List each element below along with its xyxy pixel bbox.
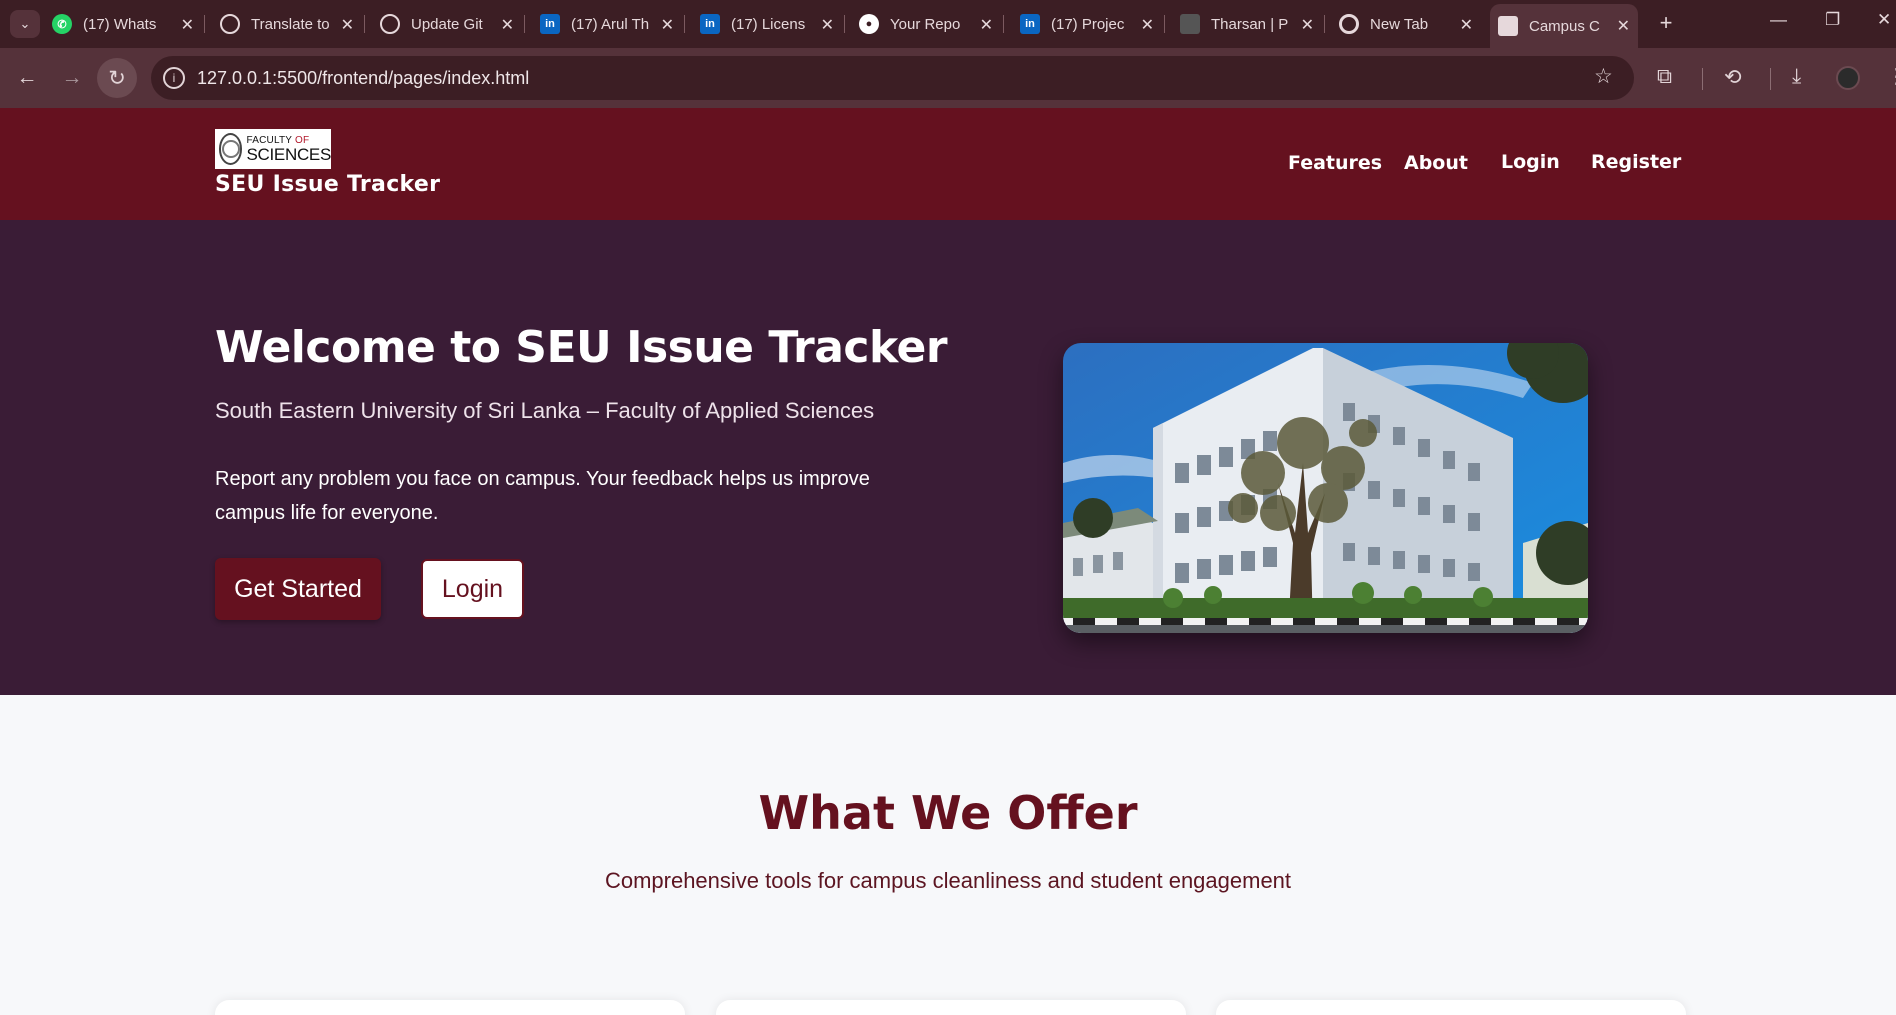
tab-divider [524,15,525,33]
offer-subtitle: Comprehensive tools for campus cleanline… [604,868,1292,893]
page-icon [1498,16,1518,36]
tab-divider [1324,15,1325,33]
tab-divider [364,15,365,33]
browser-menu-icon[interactable]: ⋮ [1886,64,1896,89]
hero-section [0,220,1896,695]
browser-tab[interactable]: ✆ (17) Whats ✕ [52,6,205,42]
linkedin-icon: in [1020,14,1040,34]
bookmark-star-icon[interactable]: ☆ [1594,64,1613,89]
browser-tab[interactable]: in (17) Licens ✕ [700,6,845,42]
university-seal-icon [219,133,243,165]
toolbar-divider [1770,68,1771,90]
hero-title: Welcome to SEU Issue Tracker [215,322,948,373]
chatgpt-icon [380,14,400,34]
new-tab-button[interactable]: + [1652,10,1680,38]
download-icon[interactable]: ⤓ [1792,65,1801,89]
close-tab-icon[interactable]: ✕ [1141,15,1154,35]
campus-building-photo [1063,343,1588,633]
close-tab-icon[interactable]: ✕ [1460,15,1473,35]
close-tab-icon[interactable]: ✕ [1617,16,1630,36]
close-tab-icon[interactable]: ✕ [980,15,993,35]
tab-divider [684,15,685,33]
nav-features[interactable]: Features [1288,152,1382,174]
restore-icon[interactable]: ❐ [1825,10,1840,30]
history-icon[interactable]: ⟲ [1724,65,1742,90]
url-text[interactable]: 127.0.0.1:5500/frontend/pages/index.html [197,68,529,89]
browser-tab[interactable]: Tharsan | P ✕ [1180,6,1325,42]
offer-title: What We Offer [758,786,1138,840]
faculty-logo[interactable]: FACULTY OF SCIENCES [215,129,331,169]
nav-login[interactable]: Login [1501,151,1560,173]
browser-tab[interactable]: ● Your Repo ✕ [859,6,1004,42]
nav-register[interactable]: Register [1591,151,1681,173]
nav-about[interactable]: About [1404,152,1468,174]
hero-description: Report any problem you face on campus. Y… [215,468,870,524]
linkedin-icon: in [540,14,560,34]
browser-tab[interactable]: Update Git ✕ [380,6,525,42]
browser-tab[interactable]: in (17) Arul Th ✕ [540,6,685,42]
chrome-icon [1339,14,1359,34]
close-tab-icon[interactable]: ✕ [661,15,674,35]
hero-subtitle: South Eastern University of Sri Lanka – … [215,398,875,423]
get-started-button[interactable]: Get Started [215,558,381,620]
minimize-icon[interactable]: — [1770,10,1787,30]
close-tab-icon[interactable]: ✕ [181,15,194,35]
site-info-icon[interactable]: i [163,67,185,89]
browser-tab[interactable]: Translate to ✕ [220,6,365,42]
tab-divider [1164,15,1165,33]
profile-photo-icon [1180,14,1200,34]
linkedin-icon: in [700,14,720,34]
hero-login-button[interactable]: Login [421,559,524,619]
brand-name[interactable]: SEU Issue Tracker [215,172,440,197]
browser-tab[interactable]: in (17) Projec ✕ [1020,6,1165,42]
extensions-icon[interactable]: ⧉ [1657,65,1672,89]
browser-tab[interactable]: New Tab ✕ [1339,6,1481,42]
feature-card[interactable] [1216,1000,1686,1015]
profile-avatar[interactable] [1836,66,1860,90]
close-tab-icon[interactable]: ✕ [1301,15,1314,35]
feature-card[interactable] [215,1000,685,1015]
tab-divider [204,15,205,33]
forward-icon[interactable]: → [54,61,90,95]
browser-tab-active[interactable]: Campus C ✕ [1490,4,1638,48]
close-tab-icon[interactable]: ✕ [341,15,354,35]
feature-card[interactable] [716,1000,1186,1015]
close-tab-icon[interactable]: ✕ [821,15,834,35]
whatsapp-icon: ✆ [52,14,72,34]
chatgpt-icon [220,14,240,34]
close-window-icon[interactable]: ✕ [1877,10,1891,30]
reload-icon[interactable]: ↻ [97,58,137,98]
tab-search-button[interactable]: ⌄ [10,10,40,38]
tab-divider [844,15,845,33]
back-icon[interactable]: ← [9,61,45,95]
github-icon: ● [859,14,879,34]
toolbar-divider [1702,68,1703,90]
close-tab-icon[interactable]: ✕ [501,15,514,35]
tab-divider [1003,15,1004,33]
